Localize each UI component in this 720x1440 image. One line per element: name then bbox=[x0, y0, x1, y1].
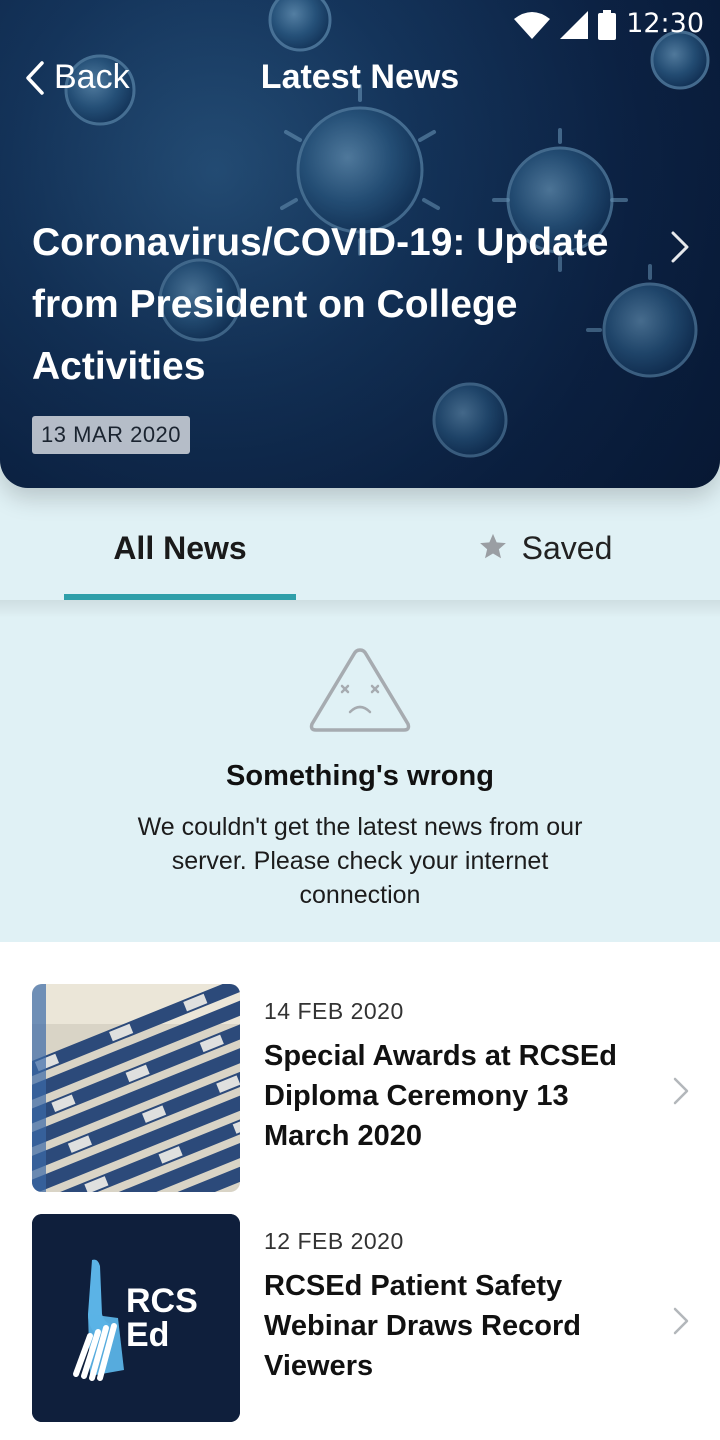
tab-saved[interactable]: Saved bbox=[430, 530, 660, 600]
news-date: 14 FEB 2020 bbox=[264, 998, 404, 1024]
error-message: We couldn't get the latest news from our… bbox=[137, 813, 583, 909]
list-item[interactable]: 14 FEB 2020 Special Awards at RCSEd Dipl… bbox=[0, 984, 720, 1194]
tab-saved-label: Saved bbox=[521, 530, 613, 566]
tab-all-news[interactable]: All News bbox=[64, 530, 296, 600]
status-icons bbox=[514, 10, 616, 40]
logo-text-rcs: RCS bbox=[126, 1282, 198, 1320]
error-title: Something's wrong bbox=[226, 760, 494, 792]
news-date: 12 FEB 2020 bbox=[264, 1228, 404, 1254]
diploma-scrolls-photo bbox=[32, 984, 240, 1192]
featured-article-date: 13 MAR 2020 bbox=[32, 416, 191, 454]
hero-banner: 12:30 Back Latest News Coronavirus/COVID… bbox=[0, 0, 720, 488]
active-tab-indicator bbox=[64, 594, 296, 600]
news-title: RCSEd Patient Safety Webinar Draws Recor… bbox=[264, 1270, 581, 1382]
list-item[interactable]: RCS Ed 12 FEB 2020 RCSEd Patient Safety … bbox=[0, 1214, 720, 1424]
news-thumbnail-image bbox=[32, 984, 240, 1192]
rcsed-logo: RCS Ed bbox=[32, 1214, 240, 1422]
cellular-signal-icon bbox=[560, 11, 588, 39]
battery-icon bbox=[598, 10, 616, 40]
chevron-right-icon bbox=[673, 1307, 689, 1335]
star-icon bbox=[479, 533, 506, 559]
featured-article-headline: Coronavirus/COVID-19: Update from Presid… bbox=[32, 221, 609, 388]
wifi-icon bbox=[514, 12, 550, 39]
logo-text-ed: Ed bbox=[126, 1316, 169, 1354]
back-button[interactable]: Back bbox=[24, 58, 130, 97]
warning-triangle-sad-face-icon bbox=[309, 648, 411, 732]
featured-article-link[interactable]: Coronavirus/COVID-19: Update from Presid… bbox=[32, 212, 652, 398]
error-panel: Something's wrong We couldn't get the la… bbox=[0, 600, 720, 942]
status-bar: 12:30 bbox=[0, 0, 720, 48]
back-button-label: Back bbox=[54, 58, 130, 96]
news-title: Special Awards at RCSEd Diploma Ceremony… bbox=[264, 1040, 617, 1152]
chevron-left-icon bbox=[26, 60, 44, 95]
chevron-right-icon bbox=[673, 1077, 689, 1105]
status-time: 12:30 bbox=[626, 8, 704, 39]
tab-all-news-label: All News bbox=[113, 530, 247, 566]
rcsed-logo-icon: RCS Ed bbox=[32, 1214, 240, 1422]
chevron-right-icon[interactable] bbox=[668, 230, 692, 264]
